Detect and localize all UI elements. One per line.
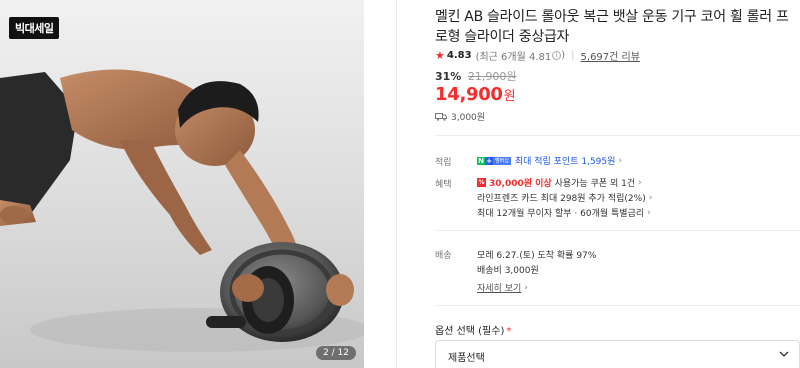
coupon-text: 사용가능 쿠폰 외 1건 — [554, 179, 636, 189]
divider — [435, 135, 800, 136]
option-select-value: 제품선택 — [448, 353, 485, 364]
points-label: 적립 — [435, 158, 452, 168]
product-image[interactable]: 빅대세일 2 / 12 — [0, 0, 364, 368]
coupon-icon: % — [477, 178, 486, 187]
sale-price-unit: 원 — [503, 89, 516, 104]
chevron-right-icon: › — [618, 155, 623, 166]
recent-rating: (최근 6개월 4.81 — [475, 52, 552, 63]
sale-badge: 빅대세일 — [9, 17, 60, 39]
coupon-row[interactable]: % 30,000원 이상 사용가능 쿠폰 외 1건 › — [477, 176, 642, 189]
delivery-detail-link[interactable]: 자세히 보기 › — [477, 281, 528, 295]
option-label-text: 옵션 선택 (필수) — [435, 326, 505, 337]
chevron-right-icon: › — [648, 192, 653, 203]
product-title: 멜킨 AB 슬라이드 롤아웃 복근 뱃살 운동 기구 코어 휠 롤러 프로형 슬… — [435, 9, 789, 45]
coupon-highlight: 30,000원 이상 — [489, 179, 552, 189]
discount-row: 31% 21,900원 — [435, 68, 516, 84]
chevron-right-icon: › — [638, 177, 642, 188]
info-icon[interactable]: i — [552, 51, 562, 60]
rating-value: 4.83 — [446, 50, 472, 61]
required-mark: * — [506, 326, 512, 337]
points-row[interactable]: N + 멤버십 최대 적립 포인트 1,595원 › — [477, 154, 622, 167]
card-benefit-row[interactable]: 라인프렌즈 카드 최대 298원 추가 적립(2%) › — [477, 191, 653, 205]
discount-percent: 31% — [435, 70, 462, 83]
detail-link-text: 자세히 보기 — [477, 284, 522, 294]
chevron-right-icon: › — [647, 207, 651, 218]
installment-text: 최대 12개월 무이자 할부 · 60개월 특별금리 — [477, 209, 645, 219]
benefits-label: 혜택 — [435, 180, 452, 190]
option-select[interactable]: 제품선택 — [435, 340, 800, 368]
chevron-right-icon: › — [524, 282, 528, 293]
shipping-fee: 3,000원 — [451, 113, 486, 123]
star-icon: ★ — [435, 49, 445, 62]
product-info-panel: 멜킨 AB 슬라이드 롤아웃 복근 뱃살 운동 기구 코어 휠 롤러 프로형 슬… — [435, 0, 800, 368]
delivery-fee: 배송비 3,000원 — [477, 266, 539, 276]
panel-divider — [396, 0, 397, 368]
option-label: 옵션 선택 (필수) * — [435, 322, 511, 337]
card-benefit-text: 라인프렌즈 카드 최대 298원 추가 적립(2%) — [477, 194, 646, 204]
recent-rating-close: ) — [561, 50, 566, 61]
chevron-down-icon — [779, 351, 789, 357]
divider — [435, 305, 800, 306]
delivery-label: 배송 — [435, 251, 452, 261]
rating-row: ★ 4.83 (최근 6개월 4.81 i ) | 5,697건 리뷰 — [435, 48, 640, 63]
separator: | — [571, 50, 575, 61]
review-count-link[interactable]: 5,697건 리뷰 — [581, 48, 640, 63]
points-text: 최대 적립 포인트 1,595원 — [514, 157, 616, 167]
product-photo — [0, 0, 364, 368]
sale-price: 14,900원 — [435, 84, 516, 105]
shipping-fee-row: 3,000원 — [435, 110, 485, 123]
delivery-eta: 모레 6.27.(토) 도착 확률 97% — [477, 251, 597, 261]
divider — [435, 230, 800, 231]
original-price: 21,900원 — [467, 70, 517, 83]
naver-membership-icon: N + 멤버십 — [477, 156, 511, 165]
installment-row[interactable]: 최대 12개월 무이자 할부 · 60개월 특별금리 › — [477, 206, 651, 220]
truck-icon — [435, 112, 447, 121]
image-counter: 2 / 12 — [316, 346, 356, 360]
sale-price-value: 14,900 — [435, 84, 503, 105]
